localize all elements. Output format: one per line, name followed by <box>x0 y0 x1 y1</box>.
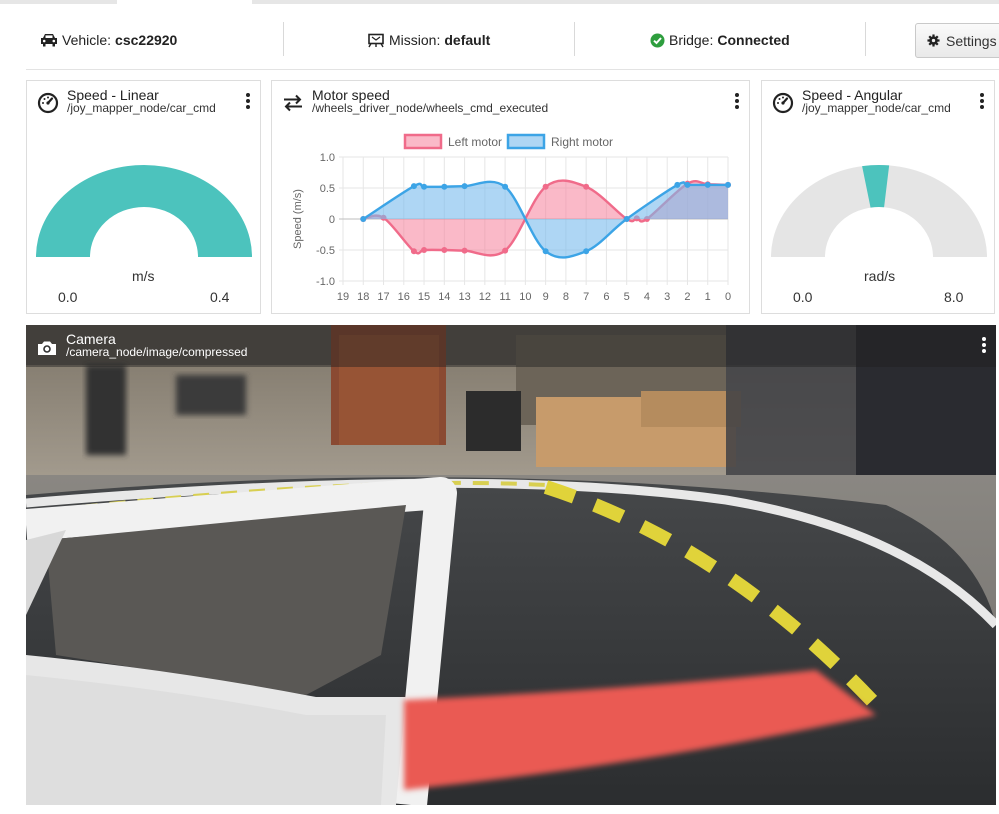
data-point <box>674 181 681 188</box>
data-point <box>421 247 428 253</box>
x-tick-label: 0 <box>725 291 731 303</box>
x-tick-label: 17 <box>377 291 389 303</box>
map-icon <box>368 33 384 47</box>
data-point <box>684 181 691 188</box>
data-point <box>461 247 468 254</box>
motor-speed-chart: 1.00.50-0.5-1.019 18 17 16 15 14 13 12 11 10 9 8 7 6 5… <box>292 133 731 303</box>
linear-gauge-fill <box>36 165 252 257</box>
gauge-min: 0.0 <box>58 289 78 305</box>
data-point <box>421 183 428 190</box>
x-tick-label: 12 <box>479 291 491 303</box>
vehicle-status: Vehicle: csc22920 <box>40 18 177 62</box>
x-tick-label: 3 <box>664 291 670 303</box>
x-tick-label: 9 <box>543 291 549 303</box>
gauge-min: 0.0 <box>793 289 813 305</box>
bridge-status: Bridge: Connected <box>650 18 790 62</box>
car-icon <box>41 33 57 46</box>
statusbar-divider <box>26 69 999 70</box>
check-circle-icon <box>650 33 665 47</box>
camera-image <box>26 325 996 805</box>
data-point <box>461 183 468 190</box>
data-point <box>410 183 417 190</box>
vehicle-label: Vehicle: <box>62 32 112 48</box>
top-tab-strip <box>0 0 999 4</box>
y-tick-label: -1.0 <box>316 276 335 288</box>
y-tick-label: 0.5 <box>320 183 335 195</box>
mission-value: default <box>444 32 491 48</box>
more-options-icon[interactable] <box>980 337 988 353</box>
y-tick-label: 0 <box>329 214 335 226</box>
x-tick-label: 8 <box>563 291 569 303</box>
panel-topic: /camera_node/image/compressed <box>66 345 248 359</box>
mission-status: Mission: default <box>367 18 490 62</box>
data-point <box>583 183 590 190</box>
mission-label: Mission: <box>389 32 441 48</box>
x-tick-label: 14 <box>438 291 450 303</box>
vehicle-value: csc22920 <box>115 32 178 48</box>
gauge-unit: m/s <box>132 268 155 284</box>
y-tick-label: 1.0 <box>320 152 335 164</box>
speed-linear-panel: Speed - Linear /joy_mapper_node/car_cmd … <box>26 80 261 314</box>
data-point <box>360 216 367 222</box>
gauge-unit: rad/s <box>864 268 896 284</box>
divider <box>574 22 575 56</box>
data-point <box>725 181 731 188</box>
x-tick-label: 5 <box>624 291 630 303</box>
x-tick-label: 18 <box>357 291 369 303</box>
divider <box>865 22 866 56</box>
x-tick-label: 2 <box>684 291 690 303</box>
panel-header: Camera /camera_node/image/compressed <box>26 325 996 367</box>
x-tick-label: 19 <box>337 291 349 303</box>
bridge-label: Bridge: <box>669 32 714 48</box>
data-point <box>542 183 549 190</box>
data-point <box>441 183 448 190</box>
legend-label: Left motor <box>448 135 502 149</box>
y-axis-label: Speed (m/s) <box>292 189 304 249</box>
data-point <box>502 183 509 190</box>
settings-label: Settings <box>946 32 997 49</box>
x-tick-label: 13 <box>458 291 470 303</box>
bridge-value: Connected <box>717 32 790 48</box>
y-tick-label: -0.5 <box>316 245 335 257</box>
x-tick-label: 1 <box>705 291 711 303</box>
camera-icon <box>38 341 56 355</box>
data-point <box>583 248 590 255</box>
gauge-max: 8.0 <box>944 289 964 305</box>
x-tick-label: 16 <box>398 291 410 303</box>
x-tick-label: 6 <box>603 291 609 303</box>
status-bar: Vehicle: csc22920 Mission: default Bridg… <box>26 18 999 62</box>
camera-panel: Camera /camera_node/image/compressed <box>26 325 996 805</box>
legend-swatch <box>506 133 546 150</box>
settings-button[interactable]: Settings <box>915 23 999 58</box>
legend-swatch <box>403 133 443 150</box>
divider <box>283 22 284 56</box>
data-point <box>441 247 448 253</box>
gear-icon <box>927 34 940 47</box>
x-tick-label: 15 <box>418 291 430 303</box>
data-point <box>410 248 417 255</box>
x-tick-label: 11 <box>499 291 510 303</box>
data-point <box>502 247 509 254</box>
data-point <box>623 216 630 222</box>
x-tick-label: 10 <box>519 291 531 303</box>
data-point <box>542 248 549 255</box>
data-point <box>704 181 711 188</box>
x-tick-label: 7 <box>583 291 589 303</box>
speed-angular-panel: Speed - Angular /joy_mapper_node/car_cmd… <box>761 80 995 314</box>
motor-speed-panel: Motor speed /wheels_driver_node/wheels_c… <box>271 80 750 314</box>
x-tick-label: 4 <box>644 291 650 303</box>
active-tab[interactable] <box>117 0 252 4</box>
legend-label: Right motor <box>551 135 613 149</box>
gauge-max: 0.4 <box>210 289 230 305</box>
